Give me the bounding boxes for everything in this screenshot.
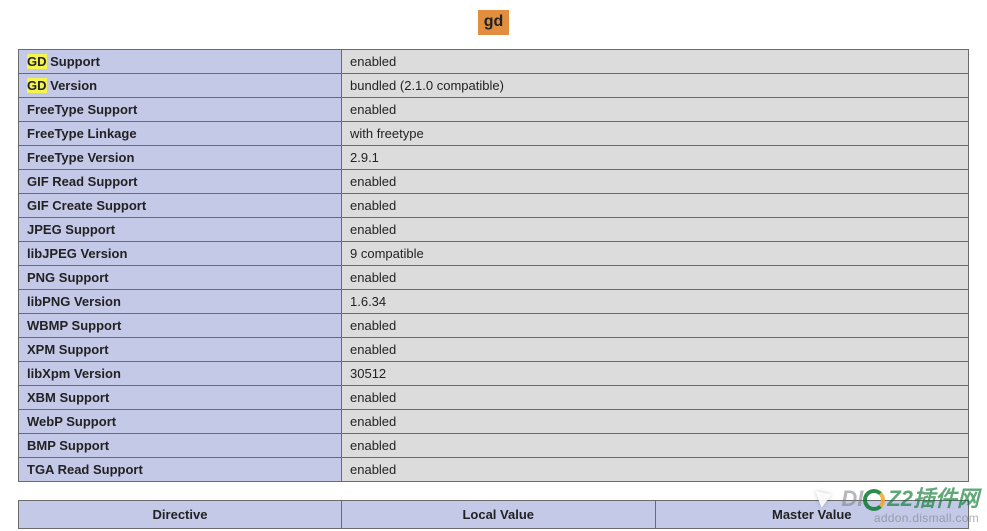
- config-key-text: Version: [47, 78, 98, 93]
- table-row: libXpm Version 30512: [19, 361, 969, 385]
- config-key-text: WebP Support: [27, 414, 116, 429]
- config-value: enabled: [342, 337, 969, 361]
- config-value: enabled: [342, 97, 969, 121]
- config-key: GIF Create Support: [19, 193, 342, 217]
- config-key-text: GIF Read Support: [27, 174, 138, 189]
- config-value: enabled: [342, 193, 969, 217]
- table-row: FreeType Support enabled: [19, 97, 969, 121]
- config-value: enabled: [342, 169, 969, 193]
- config-key: GD Version: [19, 73, 342, 97]
- table-row: FreeType Linkage with freetype: [19, 121, 969, 145]
- config-key-text: JPEG Support: [27, 222, 115, 237]
- config-key: GD Support: [19, 49, 342, 73]
- config-key-text: FreeType Linkage: [27, 126, 137, 141]
- table-row: TGA Read Support enabled: [19, 457, 969, 481]
- config-key-text: XPM Support: [27, 342, 109, 357]
- table-row: BMP Support enabled: [19, 433, 969, 457]
- config-key: XPM Support: [19, 337, 342, 361]
- config-key: GIF Read Support: [19, 169, 342, 193]
- table-row: PNG Support enabled: [19, 265, 969, 289]
- table-row: XPM Support enabled: [19, 337, 969, 361]
- config-key-text: libPNG Version: [27, 294, 121, 309]
- table-row: JPEG Support enabled: [19, 217, 969, 241]
- config-value: 1.6.34: [342, 289, 969, 313]
- section-heading: gd: [478, 10, 510, 35]
- directive-header-local: Local Value: [342, 500, 656, 528]
- config-key-text: FreeType Version: [27, 150, 134, 165]
- config-value: with freetype: [342, 121, 969, 145]
- config-value: enabled: [342, 385, 969, 409]
- config-key: TGA Read Support: [19, 457, 342, 481]
- config-key: WebP Support: [19, 409, 342, 433]
- config-key: FreeType Support: [19, 97, 342, 121]
- config-value: enabled: [342, 313, 969, 337]
- config-key-text: WBMP Support: [27, 318, 121, 333]
- table-row: GIF Create Support enabled: [19, 193, 969, 217]
- highlight: GD: [27, 54, 47, 69]
- config-key-text: Support: [47, 54, 100, 69]
- config-value: 2.9.1: [342, 145, 969, 169]
- config-key: PNG Support: [19, 265, 342, 289]
- config-key-text: XBM Support: [27, 390, 109, 405]
- table-row: WBMP Support enabled: [19, 313, 969, 337]
- directive-table: Directive Local Value Master Value: [18, 500, 969, 529]
- gd-info-table: GD SupportenabledGD Versionbundled (2.1.…: [18, 49, 969, 482]
- table-row: WebP Support enabled: [19, 409, 969, 433]
- table-row: XBM Support enabled: [19, 385, 969, 409]
- config-value: 30512: [342, 361, 969, 385]
- config-key: libJPEG Version: [19, 241, 342, 265]
- config-key: libXpm Version: [19, 361, 342, 385]
- table-row: libJPEG Version 9 compatible: [19, 241, 969, 265]
- config-value: enabled: [342, 457, 969, 481]
- table-row: GIF Read Support enabled: [19, 169, 969, 193]
- table-row: libPNG Version 1.6.34: [19, 289, 969, 313]
- section-heading-row: gd: [18, 10, 969, 35]
- config-key-text: libXpm Version: [27, 366, 121, 381]
- config-key: FreeType Linkage: [19, 121, 342, 145]
- directive-header-master: Master Value: [655, 500, 969, 528]
- config-key: libPNG Version: [19, 289, 342, 313]
- config-value: enabled: [342, 49, 969, 73]
- table-row: GD Versionbundled (2.1.0 compatible): [19, 73, 969, 97]
- config-key-text: PNG Support: [27, 270, 109, 285]
- config-key: BMP Support: [19, 433, 342, 457]
- config-key-text: libJPEG Version: [27, 246, 127, 261]
- config-key-text: FreeType Support: [27, 102, 137, 117]
- config-value: enabled: [342, 409, 969, 433]
- config-key-text: GIF Create Support: [27, 198, 146, 213]
- highlight: GD: [27, 78, 47, 93]
- config-key: FreeType Version: [19, 145, 342, 169]
- config-value: 9 compatible: [342, 241, 969, 265]
- config-key-text: TGA Read Support: [27, 462, 143, 477]
- directive-header-row: Directive Local Value Master Value: [19, 500, 969, 528]
- config-key-text: BMP Support: [27, 438, 109, 453]
- config-key: JPEG Support: [19, 217, 342, 241]
- config-value: enabled: [342, 265, 969, 289]
- table-row: GD Supportenabled: [19, 49, 969, 73]
- config-key: WBMP Support: [19, 313, 342, 337]
- config-value: bundled (2.1.0 compatible): [342, 73, 969, 97]
- directive-header-directive: Directive: [19, 500, 342, 528]
- config-value: enabled: [342, 433, 969, 457]
- config-value: enabled: [342, 217, 969, 241]
- config-key: XBM Support: [19, 385, 342, 409]
- table-row: FreeType Version 2.9.1: [19, 145, 969, 169]
